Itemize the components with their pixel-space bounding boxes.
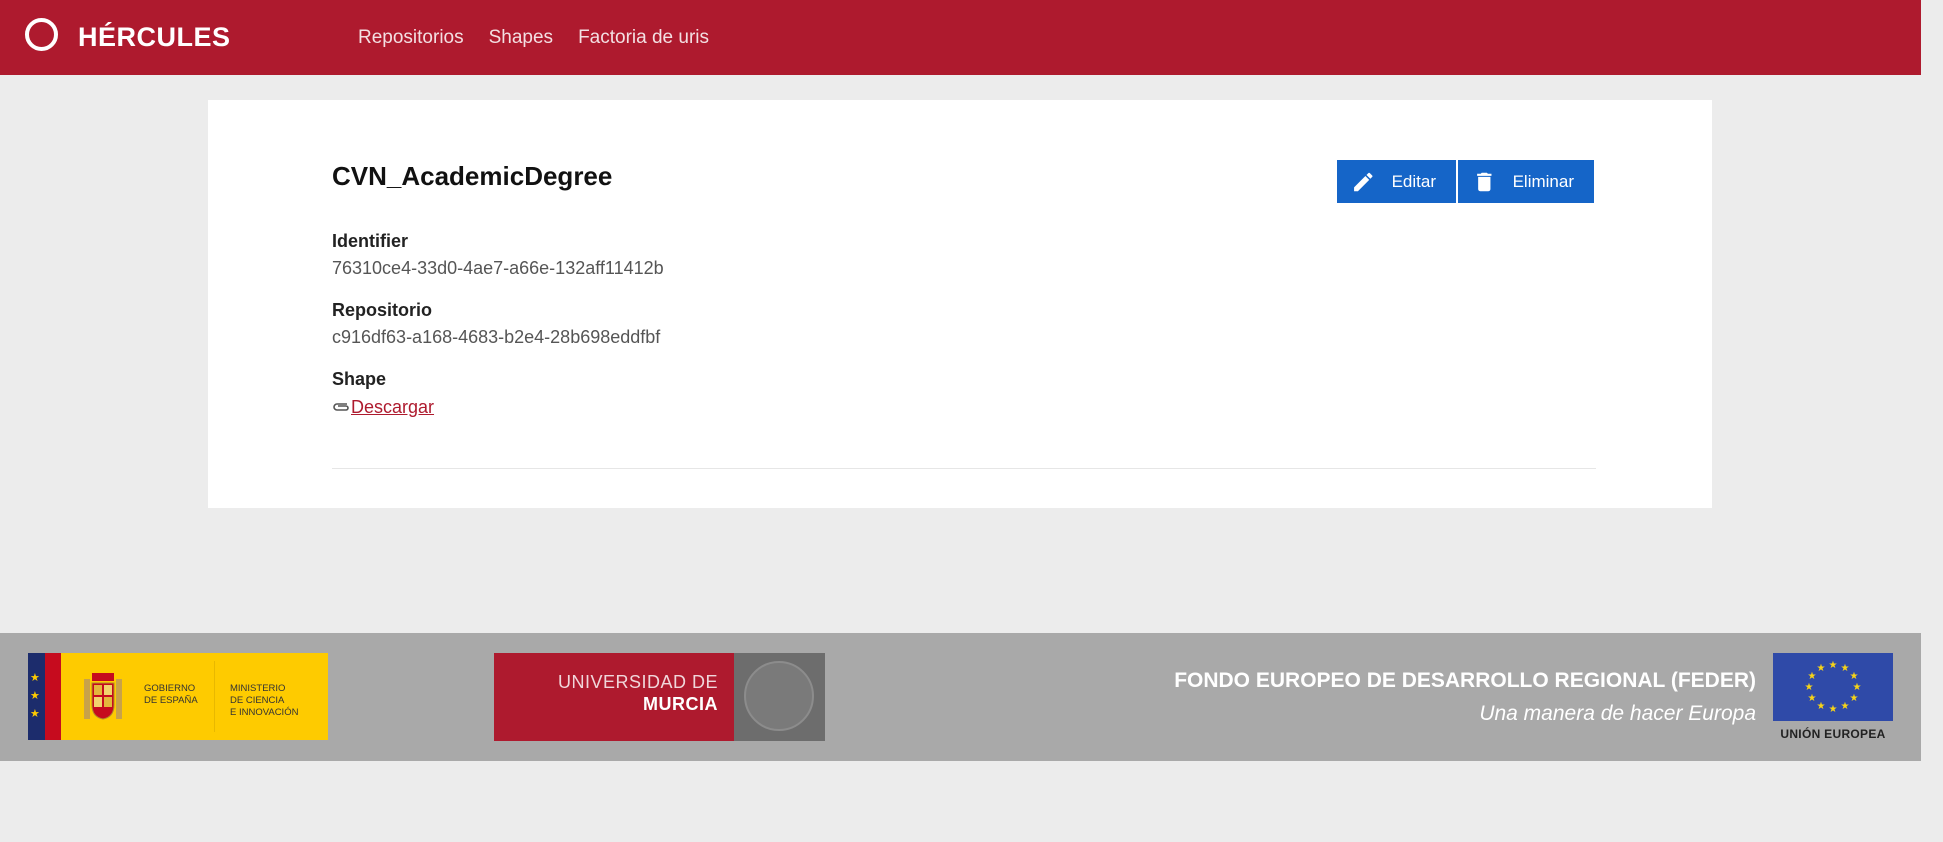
trash-icon (1477, 172, 1492, 191)
page-scrollbar-track[interactable] (1921, 0, 1943, 842)
top-header: HÉRCULES Repositorios Shapes Factoria de… (0, 0, 1921, 75)
nav-item-factoria-de-uris[interactable]: Factoria de uris (578, 26, 709, 50)
page-title: CVN_AcademicDegree (332, 161, 613, 191)
identifier-label: Identifier (332, 231, 409, 251)
feder-subtitle: Una manera de hacer Europa (1479, 702, 1756, 725)
divider (332, 468, 1596, 469)
svg-text:★: ★ (1817, 701, 1826, 712)
delete-button[interactable]: Eliminar (1458, 160, 1594, 203)
svg-text:★: ★ (1841, 701, 1850, 712)
svg-text:★: ★ (1829, 660, 1838, 671)
svg-text:★: ★ (1850, 671, 1859, 682)
edit-button-label: Editar (1391, 171, 1436, 191)
footer: ★ ★ ★ GOBIERNO DE ESPAÑA MINISTERIO DE C… (0, 633, 1921, 761)
svg-text:★: ★ (1805, 682, 1814, 693)
nav-item-repositorios[interactable]: Repositorios (358, 26, 464, 50)
eu-flag-icon: ★ ★ ★ ★ ★ ★ ★ ★ ★ ★ ★ ★ (1773, 653, 1893, 721)
university-seal-icon (744, 661, 814, 731)
universidad-murcia-logo: UNIVERSIDAD DE MURCIA (494, 653, 825, 741)
svg-text:★: ★ (1808, 693, 1817, 704)
university-name-line2: MURCIA (643, 694, 718, 714)
feder-title: FONDO EUROPEO DE DESARROLLO REGIONAL (FE… (1174, 669, 1756, 692)
pencil-icon (1354, 172, 1373, 191)
svg-text:★: ★ (1829, 704, 1838, 715)
repositorio-label: Repositorio (332, 300, 433, 320)
spain-flag-icon: ★ ★ ★ (28, 653, 61, 740)
svg-text:★: ★ (1841, 663, 1850, 674)
university-name-line1: UNIVERSIDAD DE (557, 672, 718, 692)
nav-item-shapes[interactable]: Shapes (489, 26, 553, 50)
logo-circle-icon[interactable] (25, 18, 58, 51)
ministerio-text: MINISTERIO DE CIENCIA E INNOVACIÓN (230, 683, 299, 718)
paperclip-icon (333, 403, 349, 411)
action-buttons: Editar Eliminar (1337, 160, 1594, 203)
svg-text:★: ★ (1850, 693, 1859, 704)
identifier-value: 76310ce4-33d0-4ae7-a66e-132aff11412b (332, 258, 664, 278)
svg-text:★: ★ (1853, 682, 1862, 693)
download-link[interactable]: Descargar (351, 396, 434, 418)
shape-download: Descargar (332, 396, 434, 418)
eu-caption: UNIÓN EUROPEA (1780, 727, 1886, 741)
coat-of-arms-icon (84, 673, 122, 720)
shape-label: Shape (332, 369, 387, 389)
svg-text:★: ★ (1817, 663, 1826, 674)
detail-card: CVN_AcademicDegree Editar Eliminar Ident… (208, 100, 1712, 508)
repositorio-value: c916df63-a168-4683-b2e4-28b698eddfbf (332, 327, 661, 347)
gobierno-text: GOBIERNO DE ESPAÑA (144, 683, 198, 706)
app-logo-text[interactable]: HÉRCULES (78, 21, 231, 53)
gobierno-espana-logo: ★ ★ ★ GOBIERNO DE ESPAÑA MINISTERIO DE C… (28, 653, 328, 740)
delete-button-label: Eliminar (1512, 171, 1574, 191)
svg-text:★: ★ (1808, 671, 1817, 682)
edit-button[interactable]: Editar (1337, 160, 1456, 203)
main-nav: Repositorios Shapes Factoria de uris (358, 26, 709, 50)
